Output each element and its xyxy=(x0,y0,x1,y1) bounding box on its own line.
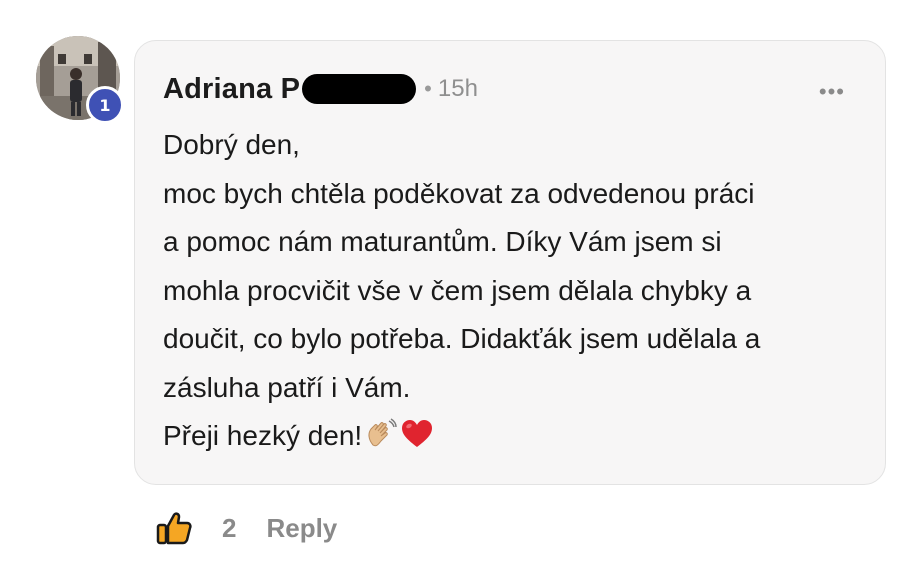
comment-line: zásluha patří i Vám. xyxy=(163,371,411,403)
comment-line: mohla procvičit vše v čem jsem dělala ch… xyxy=(163,274,752,306)
reply-button[interactable]: Reply xyxy=(266,513,337,544)
comment-timestamp[interactable]: 15h xyxy=(438,75,478,103)
author-name[interactable]: Adriana P xyxy=(163,73,300,106)
more-options-icon[interactable]: ••• xyxy=(819,81,845,103)
comment-body: Dobrý den, moc bych chtěla poděkovat za … xyxy=(163,121,863,467)
like-icon[interactable] xyxy=(156,510,192,546)
notification-badge: 1 xyxy=(86,86,124,124)
comment-bubble: Adriana P • 15h ••• Dobrý den, moc bych … xyxy=(134,40,886,485)
separator-dot: • xyxy=(424,76,432,101)
comment-thread: 1 Adriana P • 15h ••• Dobrý den, moc byc… xyxy=(0,0,923,584)
red-heart-icon xyxy=(400,417,434,467)
like-count[interactable]: 2 xyxy=(222,513,236,544)
redaction-bar xyxy=(302,74,417,104)
comment-actions: 2 Reply xyxy=(156,508,337,548)
comment-line: moc bych chtěla poděkovat za odvedenou p… xyxy=(163,177,755,209)
comment-line: doučit, co bylo potřeba. Didakťák jsem u… xyxy=(163,323,761,354)
comment-header: Adriana P • 15h xyxy=(163,69,478,109)
comment-line: Dobrý den, xyxy=(163,129,300,160)
comment-line: Přeji hezký den! xyxy=(163,420,363,451)
waving-hand-icon xyxy=(364,417,398,467)
comment-line: a pomoc nám maturantům. Díky Vám jsem si xyxy=(163,226,722,257)
